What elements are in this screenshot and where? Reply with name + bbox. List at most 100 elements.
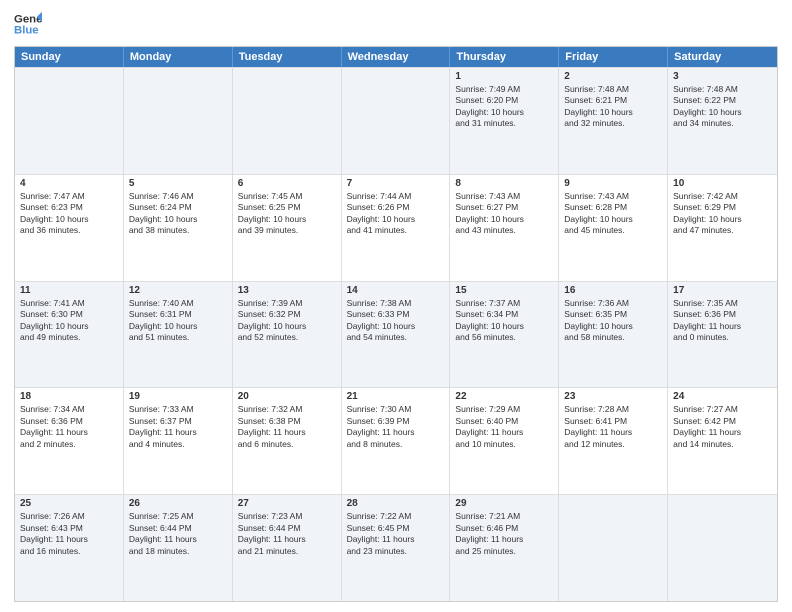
cal-cell-r4c0: 25 Sunrise: 7:26 AM Sunset: 6:43 PM Dayli…: [15, 495, 124, 601]
cal-cell-r2c2: 13 Sunrise: 7:39 AM Sunset: 6:32 PM Dayli…: [233, 282, 342, 388]
day-info: Sunrise: 7:48 AM Sunset: 6:22 PM Dayligh…: [673, 84, 772, 130]
header: General Blue: [14, 10, 778, 38]
day-number: 5: [129, 178, 227, 189]
cal-cell-r1c4: 8Sunrise: 7:43 AM Sunset: 6:27 PM Daylig…: [450, 175, 559, 281]
calendar-row-1: 4Sunrise: 7:47 AM Sunset: 6:23 PM Daylig…: [15, 174, 777, 281]
day-info: Sunrise: 7:27 AM Sunset: 6:42 PM Dayligh…: [673, 404, 772, 450]
day-number: 15: [455, 285, 553, 296]
day-info: Sunrise: 7:39 AM Sunset: 6:32 PM Dayligh…: [238, 298, 336, 344]
day-number: 6: [238, 178, 336, 189]
header-day-thursday: Thursday: [450, 47, 559, 67]
header-day-saturday: Saturday: [668, 47, 777, 67]
day-info: Sunrise: 7:26 AM Sunset: 6:43 PM Dayligh…: [20, 511, 118, 557]
cal-cell-r2c6: 17 Sunrise: 7:35 AM Sunset: 6:36 PM Dayli…: [668, 282, 777, 388]
day-info: Sunrise: 7:41 AM Sunset: 6:30 PM Dayligh…: [20, 298, 118, 344]
day-number: 16: [564, 285, 662, 296]
cal-cell-r2c0: 11 Sunrise: 7:41 AM Sunset: 6:30 PM Dayli…: [15, 282, 124, 388]
day-number: 13: [238, 285, 336, 296]
day-number: 23: [564, 391, 662, 402]
header-day-wednesday: Wednesday: [342, 47, 451, 67]
day-info: Sunrise: 7:48 AM Sunset: 6:21 PM Dayligh…: [564, 84, 662, 130]
cal-cell-r2c4: 15 Sunrise: 7:37 AM Sunset: 6:34 PM Dayli…: [450, 282, 559, 388]
cal-cell-r1c6: 10 Sunrise: 7:42 AM Sunset: 6:29 PM Dayli…: [668, 175, 777, 281]
day-info: Sunrise: 7:47 AM Sunset: 6:23 PM Dayligh…: [20, 191, 118, 237]
day-info: Sunrise: 7:43 AM Sunset: 6:27 PM Dayligh…: [455, 191, 553, 237]
day-number: 7: [347, 178, 445, 189]
cal-cell-r0c3: [342, 68, 451, 174]
day-number: 18: [20, 391, 118, 402]
cal-cell-r4c2: 27 Sunrise: 7:23 AM Sunset: 6:44 PM Dayli…: [233, 495, 342, 601]
cal-cell-r0c2: [233, 68, 342, 174]
calendar-header: SundayMondayTuesdayWednesdayThursdayFrid…: [15, 47, 777, 67]
day-number: 28: [347, 498, 445, 509]
day-info: Sunrise: 7:32 AM Sunset: 6:38 PM Dayligh…: [238, 404, 336, 450]
day-info: Sunrise: 7:45 AM Sunset: 6:25 PM Dayligh…: [238, 191, 336, 237]
cal-cell-r2c3: 14Sunrise: 7:38 AM Sunset: 6:33 PM Dayli…: [342, 282, 451, 388]
cal-cell-r0c5: 2 Sunrise: 7:48 AM Sunset: 6:21 PM Daylig…: [559, 68, 668, 174]
calendar: SundayMondayTuesdayWednesdayThursdayFrid…: [14, 46, 778, 602]
cal-cell-r1c3: 7 Sunrise: 7:44 AM Sunset: 6:26 PM Daylig…: [342, 175, 451, 281]
day-number: 19: [129, 391, 227, 402]
calendar-body: 1Sunrise: 7:49 AM Sunset: 6:20 PM Daylig…: [15, 67, 777, 601]
day-info: Sunrise: 7:25 AM Sunset: 6:44 PM Dayligh…: [129, 511, 227, 557]
calendar-row-2: 11 Sunrise: 7:41 AM Sunset: 6:30 PM Dayli…: [15, 281, 777, 388]
calendar-row-4: 25 Sunrise: 7:26 AM Sunset: 6:43 PM Dayli…: [15, 494, 777, 601]
logo-icon: General Blue: [14, 10, 42, 38]
logo: General Blue: [14, 10, 42, 38]
day-info: Sunrise: 7:43 AM Sunset: 6:28 PM Dayligh…: [564, 191, 662, 237]
day-info: Sunrise: 7:44 AM Sunset: 6:26 PM Dayligh…: [347, 191, 445, 237]
page: General Blue SundayMondayTuesdayWednesda…: [0, 0, 792, 612]
header-day-tuesday: Tuesday: [233, 47, 342, 67]
day-info: Sunrise: 7:23 AM Sunset: 6:44 PM Dayligh…: [238, 511, 336, 557]
day-number: 22: [455, 391, 553, 402]
day-info: Sunrise: 7:29 AM Sunset: 6:40 PM Dayligh…: [455, 404, 553, 450]
cal-cell-r3c2: 20Sunrise: 7:32 AM Sunset: 6:38 PM Dayli…: [233, 388, 342, 494]
cal-cell-r0c1: [124, 68, 233, 174]
day-number: 27: [238, 498, 336, 509]
cal-cell-r0c0: [15, 68, 124, 174]
day-info: Sunrise: 7:22 AM Sunset: 6:45 PM Dayligh…: [347, 511, 445, 557]
cal-cell-r3c6: 24 Sunrise: 7:27 AM Sunset: 6:42 PM Dayli…: [668, 388, 777, 494]
calendar-row-3: 18 Sunrise: 7:34 AM Sunset: 6:36 PM Dayli…: [15, 387, 777, 494]
header-day-friday: Friday: [559, 47, 668, 67]
day-info: Sunrise: 7:49 AM Sunset: 6:20 PM Dayligh…: [455, 84, 553, 130]
day-number: 11: [20, 285, 118, 296]
day-number: 2: [564, 71, 662, 82]
cal-cell-r0c4: 1Sunrise: 7:49 AM Sunset: 6:20 PM Daylig…: [450, 68, 559, 174]
day-info: Sunrise: 7:36 AM Sunset: 6:35 PM Dayligh…: [564, 298, 662, 344]
day-info: Sunrise: 7:33 AM Sunset: 6:37 PM Dayligh…: [129, 404, 227, 450]
cal-cell-r3c3: 21 Sunrise: 7:30 AM Sunset: 6:39 PM Dayli…: [342, 388, 451, 494]
cal-cell-r3c1: 19 Sunrise: 7:33 AM Sunset: 6:37 PM Dayli…: [124, 388, 233, 494]
cal-cell-r2c5: 16 Sunrise: 7:36 AM Sunset: 6:35 PM Dayli…: [559, 282, 668, 388]
day-number: 10: [673, 178, 772, 189]
day-info: Sunrise: 7:28 AM Sunset: 6:41 PM Dayligh…: [564, 404, 662, 450]
day-info: Sunrise: 7:46 AM Sunset: 6:24 PM Dayligh…: [129, 191, 227, 237]
calendar-row-0: 1Sunrise: 7:49 AM Sunset: 6:20 PM Daylig…: [15, 67, 777, 174]
day-info: Sunrise: 7:35 AM Sunset: 6:36 PM Dayligh…: [673, 298, 772, 344]
cal-cell-r3c4: 22 Sunrise: 7:29 AM Sunset: 6:40 PM Dayli…: [450, 388, 559, 494]
day-number: 17: [673, 285, 772, 296]
day-info: Sunrise: 7:42 AM Sunset: 6:29 PM Dayligh…: [673, 191, 772, 237]
day-number: 25: [20, 498, 118, 509]
day-number: 26: [129, 498, 227, 509]
svg-text:General: General: [14, 13, 42, 25]
day-info: Sunrise: 7:34 AM Sunset: 6:36 PM Dayligh…: [20, 404, 118, 450]
cal-cell-r4c6: [668, 495, 777, 601]
header-day-sunday: Sunday: [15, 47, 124, 67]
day-info: Sunrise: 7:38 AM Sunset: 6:33 PM Dayligh…: [347, 298, 445, 344]
header-day-monday: Monday: [124, 47, 233, 67]
cal-cell-r3c5: 23 Sunrise: 7:28 AM Sunset: 6:41 PM Dayli…: [559, 388, 668, 494]
day-number: 3: [673, 71, 772, 82]
day-number: 21: [347, 391, 445, 402]
day-info: Sunrise: 7:30 AM Sunset: 6:39 PM Dayligh…: [347, 404, 445, 450]
day-info: Sunrise: 7:40 AM Sunset: 6:31 PM Dayligh…: [129, 298, 227, 344]
day-number: 24: [673, 391, 772, 402]
day-info: Sunrise: 7:21 AM Sunset: 6:46 PM Dayligh…: [455, 511, 553, 557]
day-number: 12: [129, 285, 227, 296]
day-number: 9: [564, 178, 662, 189]
day-info: Sunrise: 7:37 AM Sunset: 6:34 PM Dayligh…: [455, 298, 553, 344]
cal-cell-r3c0: 18 Sunrise: 7:34 AM Sunset: 6:36 PM Dayli…: [15, 388, 124, 494]
cal-cell-r2c1: 12 Sunrise: 7:40 AM Sunset: 6:31 PM Dayli…: [124, 282, 233, 388]
day-number: 29: [455, 498, 553, 509]
cal-cell-r4c5: [559, 495, 668, 601]
